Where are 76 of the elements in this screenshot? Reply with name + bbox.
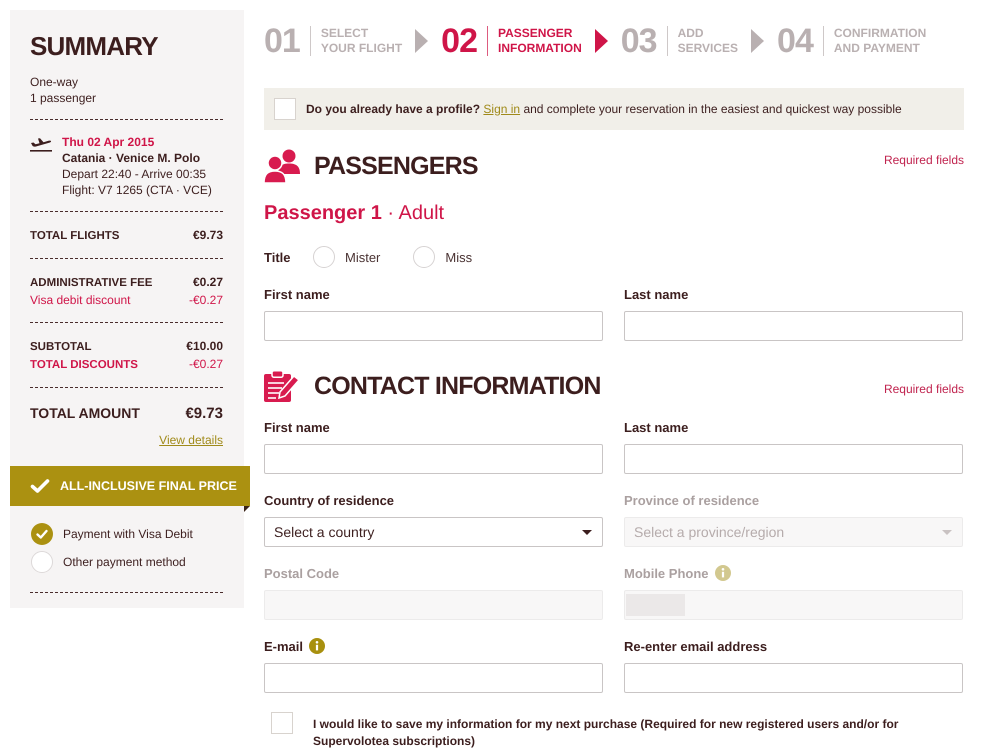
step-number: 03 <box>620 23 657 59</box>
check-icon <box>30 478 50 494</box>
step-number: 02 <box>441 23 477 59</box>
text-input-field[interactable] <box>624 311 963 341</box>
radio-button[interactable] <box>313 246 335 268</box>
arrow-icon <box>594 29 608 53</box>
discount-amount: -€0.27 <box>188 292 223 309</box>
people-icon <box>264 149 300 183</box>
payment-option-label: Other payment method <box>63 555 186 569</box>
profile-prompt: Do you already have a profile? Sign in and complete your reservation in the easiest and quickest way possible <box>306 102 902 116</box>
info-icon[interactable] <box>309 638 326 654</box>
field-label: Title <box>264 250 292 264</box>
price-amount: €10.00 <box>186 338 223 355</box>
step-label: SELECT YOUR FLIGHT <box>320 26 402 56</box>
total-label: TOTAL AMOUNT <box>30 404 140 423</box>
arrow-icon <box>751 29 764 53</box>
field-label: First name <box>264 420 330 434</box>
radio-button[interactable] <box>413 246 436 268</box>
view-details-link[interactable]: View details <box>159 433 223 447</box>
field-label: Mobile Phone <box>624 566 708 580</box>
discount-total-label: TOTAL DISCOUNTS <box>30 358 138 373</box>
field-label: Province of residence <box>624 492 760 508</box>
banner-text: ALL-INCLUSIVE FINAL PRICE <box>60 479 237 493</box>
text-input-field[interactable] <box>264 444 603 474</box>
arrow-icon <box>415 29 428 53</box>
checkbox[interactable] <box>271 712 293 734</box>
text-input-field[interactable] <box>264 311 603 341</box>
required-fields-note: Required fields <box>884 381 964 397</box>
section-title: PASSENGERS <box>314 151 478 182</box>
sign-in-link[interactable]: Sign in <box>483 102 520 116</box>
payment-option-label: Payment with Visa Debit <box>63 527 193 541</box>
step-number: 04 <box>777 23 813 59</box>
flight-route: Catania · Venice M. Polo <box>62 150 202 166</box>
caret-icon <box>942 530 952 534</box>
radio-label: Mister <box>345 250 380 264</box>
dropdown-field[interactable]: Select a country <box>264 517 603 547</box>
section-title: CONTACT INFORMATION <box>314 371 601 402</box>
checkbox[interactable] <box>274 98 296 120</box>
flight-times: Depart 22:40 - Arrive 00:35 <box>62 166 208 182</box>
discount-total-amount: -€0.27 <box>188 356 223 373</box>
field-label: Last name <box>624 420 688 434</box>
text-input-field[interactable] <box>624 444 963 474</box>
step-label: PASSENGER INFORMATION <box>498 26 582 56</box>
step-number: 01 <box>264 23 300 59</box>
trip-type: One-way <box>30 74 80 90</box>
field-label: Last name <box>624 286 688 302</box>
clipboard-pencil-icon <box>264 370 300 402</box>
radio-label: Miss <box>445 250 472 264</box>
price-amount: €9.73 <box>192 227 223 244</box>
flight-number: Flight: V7 1265 (CTA · VCE) <box>62 182 212 198</box>
field-label: Postal Code <box>264 566 340 580</box>
passenger-count: 1 passenger <box>30 90 98 106</box>
step-label: ADD SERVICES <box>678 26 738 56</box>
field-label: E-mail <box>264 638 304 654</box>
total-amount: €9.73 <box>185 404 223 424</box>
price-label: TOTAL FLIGHTS <box>30 229 120 244</box>
price-amount: €0.27 <box>192 274 223 291</box>
price-label: ADMINISTRATIVE FEE <box>30 276 152 291</box>
price-label: SUBTOTAL <box>30 340 92 355</box>
caret-icon <box>582 530 592 534</box>
radio-button[interactable] <box>31 551 53 573</box>
passenger-heading: Passenger 1 · Adult <box>264 201 446 225</box>
text-input-field[interactable] <box>264 663 603 693</box>
discount-label: Visa debit discount <box>30 292 131 309</box>
text-input-field[interactable] <box>624 663 963 693</box>
radio-button[interactable] <box>31 523 53 545</box>
save-info-label: I would like to save my information for my next purchase (Required for new registered users and/or for Supervolotea subscriptions) <box>313 716 900 749</box>
ribbon-fold-icon <box>244 506 250 512</box>
step-label: CONFIRMATION AND PAYMENT <box>834 26 926 56</box>
field-label: Re-enter email address <box>624 638 768 654</box>
field-label: Country of residence <box>264 492 394 508</box>
flight-date: Thu 02 Apr 2015 <box>62 134 156 150</box>
required-fields-note: Required fields <box>884 152 964 168</box>
field-label: First name <box>264 286 330 302</box>
summary-title: SUMMARY <box>30 30 159 62</box>
airplane-icon <box>30 136 52 152</box>
